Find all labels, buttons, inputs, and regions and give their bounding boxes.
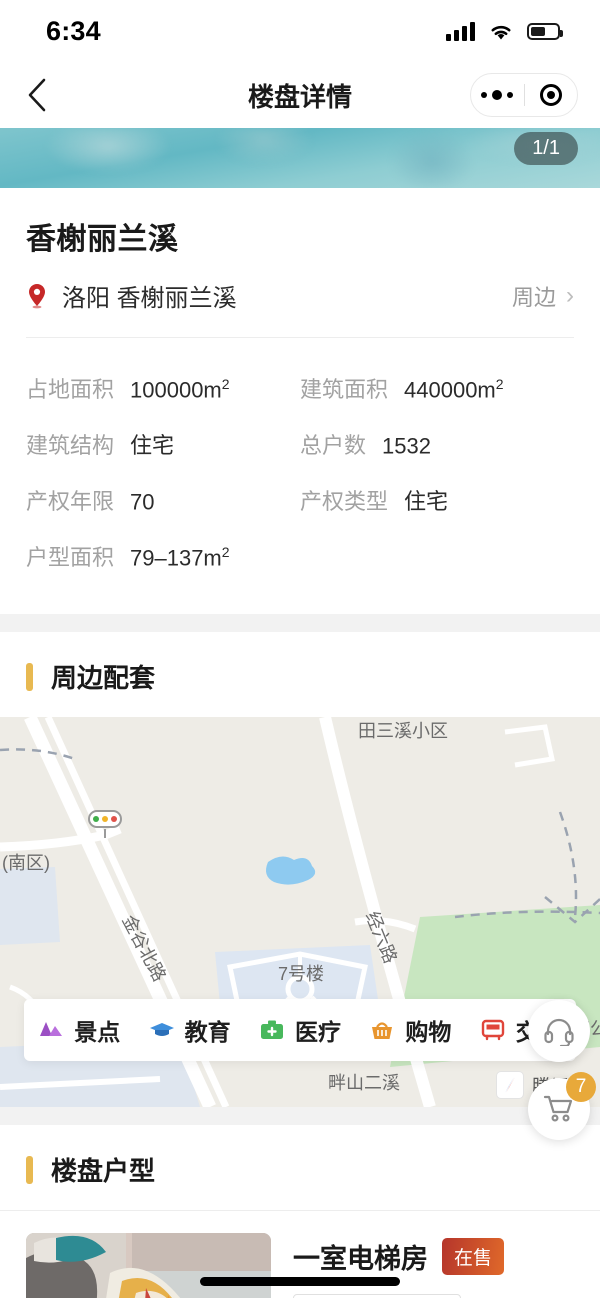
poi-category-bar: 景点 教育 医疗 购物 bbox=[24, 999, 576, 1061]
section-title: 楼盘户型 bbox=[51, 1156, 156, 1186]
spec-item: 产权类型 住宅 bbox=[300, 472, 574, 528]
area-tag: 户型面积 40m2 bbox=[293, 1294, 461, 1298]
chevron-right-icon: › bbox=[566, 281, 574, 309]
more-dots-icon[interactable] bbox=[471, 90, 524, 100]
spec-value: 100000m2 bbox=[130, 375, 230, 402]
shopping-cart-icon bbox=[543, 1095, 573, 1122]
accent-bar bbox=[26, 1155, 33, 1184]
layouts-header: 楼盘户型 bbox=[26, 1125, 574, 1210]
accent-bar bbox=[26, 662, 33, 691]
spec-value: 440000m2 bbox=[404, 375, 504, 402]
poi-label: 医疗 bbox=[294, 1019, 341, 1045]
graduation-cap-icon bbox=[149, 1023, 174, 1036]
spec-item: 户型面积 79–137m2 bbox=[26, 528, 300, 584]
spec-key: 产权类型 bbox=[300, 489, 389, 514]
map-view[interactable]: (南区) 金谷北路 经六路 7号楼 田三溪小区 育公 畔山二溪 景点 教育 bbox=[0, 717, 600, 1107]
image-counter: 1/1 bbox=[514, 132, 578, 165]
poi-label: 购物 bbox=[405, 1019, 452, 1045]
spec-item: 占地面积 100000m2 bbox=[26, 360, 300, 416]
poi-tab-medical[interactable]: 医疗 bbox=[259, 1013, 341, 1047]
mini-program-capsule bbox=[470, 73, 578, 117]
spec-key: 户型面积 bbox=[26, 545, 115, 570]
customer-service-button[interactable] bbox=[528, 1000, 590, 1062]
status-icons bbox=[446, 21, 563, 41]
cart-badge: 7 bbox=[566, 1072, 596, 1102]
back-button[interactable] bbox=[0, 78, 74, 112]
section-title: 周边配套 bbox=[51, 663, 156, 693]
map-label: (南区) bbox=[2, 853, 50, 873]
poi-label: 景点 bbox=[74, 1019, 121, 1045]
bus-icon bbox=[481, 1019, 504, 1041]
layout-details: 一室电梯房 在售 户型面积 40m2 经典设计，布局考究，巧妙实用,精心营造空间… bbox=[293, 1233, 574, 1298]
spec-item: 建筑结构 住宅 bbox=[26, 416, 300, 472]
spec-key: 总户数 bbox=[300, 433, 367, 458]
surroundings-section: 周边配套 bbox=[0, 632, 600, 717]
map-label: 7号楼 bbox=[278, 964, 325, 984]
floating-action-buttons: 7 bbox=[528, 1000, 596, 1156]
spec-key: 建筑结构 bbox=[26, 433, 115, 458]
section-gap bbox=[0, 614, 600, 632]
wifi-icon bbox=[488, 22, 514, 41]
hero-image bbox=[0, 128, 600, 188]
poi-tab-education[interactable]: 教育 bbox=[149, 1013, 231, 1047]
spec-value: 住宅 bbox=[404, 489, 449, 514]
nearby-label: 周边 bbox=[511, 284, 556, 310]
map-label: 田三溪小区 bbox=[358, 721, 448, 741]
spec-value: 1532 bbox=[382, 433, 431, 458]
shopping-basket-icon bbox=[372, 1022, 393, 1039]
poi-label: 教育 bbox=[184, 1019, 231, 1045]
spec-value: 70 bbox=[130, 489, 155, 514]
layout-thumbnail bbox=[26, 1233, 271, 1298]
nav-bar: 楼盘详情 bbox=[0, 62, 600, 128]
headset-icon bbox=[544, 1018, 574, 1046]
spec-key: 建筑面积 bbox=[300, 377, 389, 402]
spec-key: 占地面积 bbox=[26, 377, 115, 402]
location-text: 洛阳 香榭丽兰溪 bbox=[62, 285, 237, 312]
poi-tab-shopping[interactable]: 购物 bbox=[369, 1013, 451, 1047]
battery-icon bbox=[527, 22, 563, 40]
status-time: 6:34 bbox=[46, 15, 101, 46]
signal-bars-icon bbox=[446, 21, 475, 41]
property-info-card: 香榭丽兰溪 洛阳 香榭丽兰溪 周边 › 占地面积 100000m2 建筑面积 4… bbox=[0, 188, 600, 614]
section-gap bbox=[0, 1107, 600, 1125]
status-badge: 在售 bbox=[442, 1238, 505, 1275]
medical-kit-icon bbox=[260, 1020, 283, 1039]
spec-item: 总户数 1532 bbox=[300, 416, 574, 472]
layout-title: 一室电梯房 bbox=[293, 1244, 428, 1274]
spec-item: 建筑面积 440000m2 bbox=[300, 360, 574, 416]
layout-title-row: 一室电梯房 在售 bbox=[293, 1237, 574, 1276]
map-pin-icon bbox=[26, 283, 48, 309]
mountain-icon bbox=[40, 1022, 63, 1036]
property-name: 香榭丽兰溪 bbox=[26, 223, 179, 256]
home-indicator bbox=[200, 1277, 400, 1286]
layouts-section: 楼盘户型 bbox=[0, 1125, 600, 1210]
surroundings-header: 周边配套 bbox=[26, 632, 574, 717]
spec-value: 住宅 bbox=[130, 433, 175, 458]
poi-tab-scenic[interactable]: 景点 bbox=[38, 1013, 120, 1047]
traffic-light-icon bbox=[88, 810, 122, 828]
status-bar: 6:34 bbox=[0, 0, 600, 62]
target-circle-icon[interactable] bbox=[525, 84, 578, 106]
app-screen: 6:34 楼盘详情 1/1 香榭丽兰溪 洛阳 香榭丽兰溪 周边 › 占地面积 1… bbox=[0, 0, 600, 1298]
map-label: 畔山二溪 bbox=[328, 1073, 400, 1093]
location-row[interactable]: 洛阳 香榭丽兰溪 周边 › bbox=[26, 258, 574, 337]
spec-value: 79–137m2 bbox=[130, 543, 230, 570]
spec-item: 产权年限 70 bbox=[26, 472, 300, 528]
spec-key: 产权年限 bbox=[26, 489, 115, 514]
chevron-left-icon bbox=[28, 78, 46, 112]
hero-banner[interactable]: 1/1 bbox=[0, 128, 600, 188]
tencent-map-logo-icon bbox=[495, 1071, 524, 1099]
cart-button[interactable]: 7 bbox=[528, 1072, 596, 1140]
property-specs: 占地面积 100000m2 建筑面积 440000m2 建筑结构 住宅 总户数 … bbox=[26, 338, 574, 614]
